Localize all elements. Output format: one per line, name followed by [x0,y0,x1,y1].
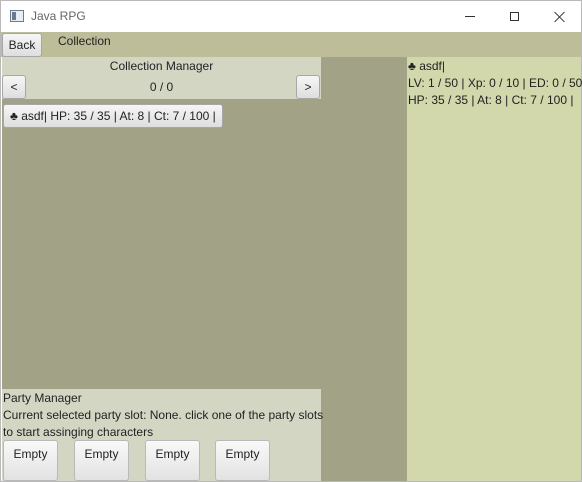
character-detail-panel: ♣ asdf| LV: 1 / 50 | Xp: 0 / 10 | ED: 0 … [407,57,582,481]
character-combat-stats: HP: 35 / 35 | At: 8 | Ct: 7 / 100 | [408,93,574,107]
minimize-button[interactable] [447,1,492,32]
next-page-button[interactable]: > [296,75,320,99]
party-slot-2-button[interactable]: Empty [74,440,129,481]
page-counter: 0 / 0 [149,80,174,94]
menu-bar: Back Collection [1,32,581,57]
app-window-icon [10,10,24,22]
close-button[interactable] [537,1,582,32]
close-icon [554,11,566,23]
spacer-panel [321,57,407,481]
section-label: Collection [58,34,111,48]
party-manager-title: Party Manager [3,391,82,405]
collection-manager-title: Collection Manager [109,59,214,73]
party-slot-3-button[interactable]: Empty [145,440,200,481]
window-title: Java RPG [31,9,86,23]
character-collection-list: ♣ asdf| HP: 35 / 35 | At: 8 | Ct: 7 / 10… [2,99,321,389]
character-level-stats: LV: 1 / 50 | Xp: 0 / 10 | ED: 0 / 50| [408,76,582,90]
back-button[interactable]: Back [2,33,42,57]
minimize-icon [464,16,475,17]
party-status-text-continued: to start assinging characters [3,425,154,439]
title-bar[interactable]: Java RPG [1,1,581,32]
party-status-text: Current selected party slot: None. click… [3,408,324,422]
maximize-icon [510,12,519,21]
character-card-button[interactable]: ♣ asdf| HP: 35 / 35 | At: 8 | Ct: 7 / 10… [3,104,223,128]
party-slot-4-button[interactable]: Empty [215,440,270,481]
maximize-button[interactable] [492,1,537,32]
party-manager-panel: Party Manager Current selected party slo… [2,389,324,481]
party-slot-1-button[interactable]: Empty [3,440,58,481]
app-window: Java RPG Back Collection Collection Mana… [0,0,582,482]
character-name: ♣ asdf| [408,59,446,73]
collection-manager-header: Collection Manager < 0 / 0 > [2,57,321,99]
